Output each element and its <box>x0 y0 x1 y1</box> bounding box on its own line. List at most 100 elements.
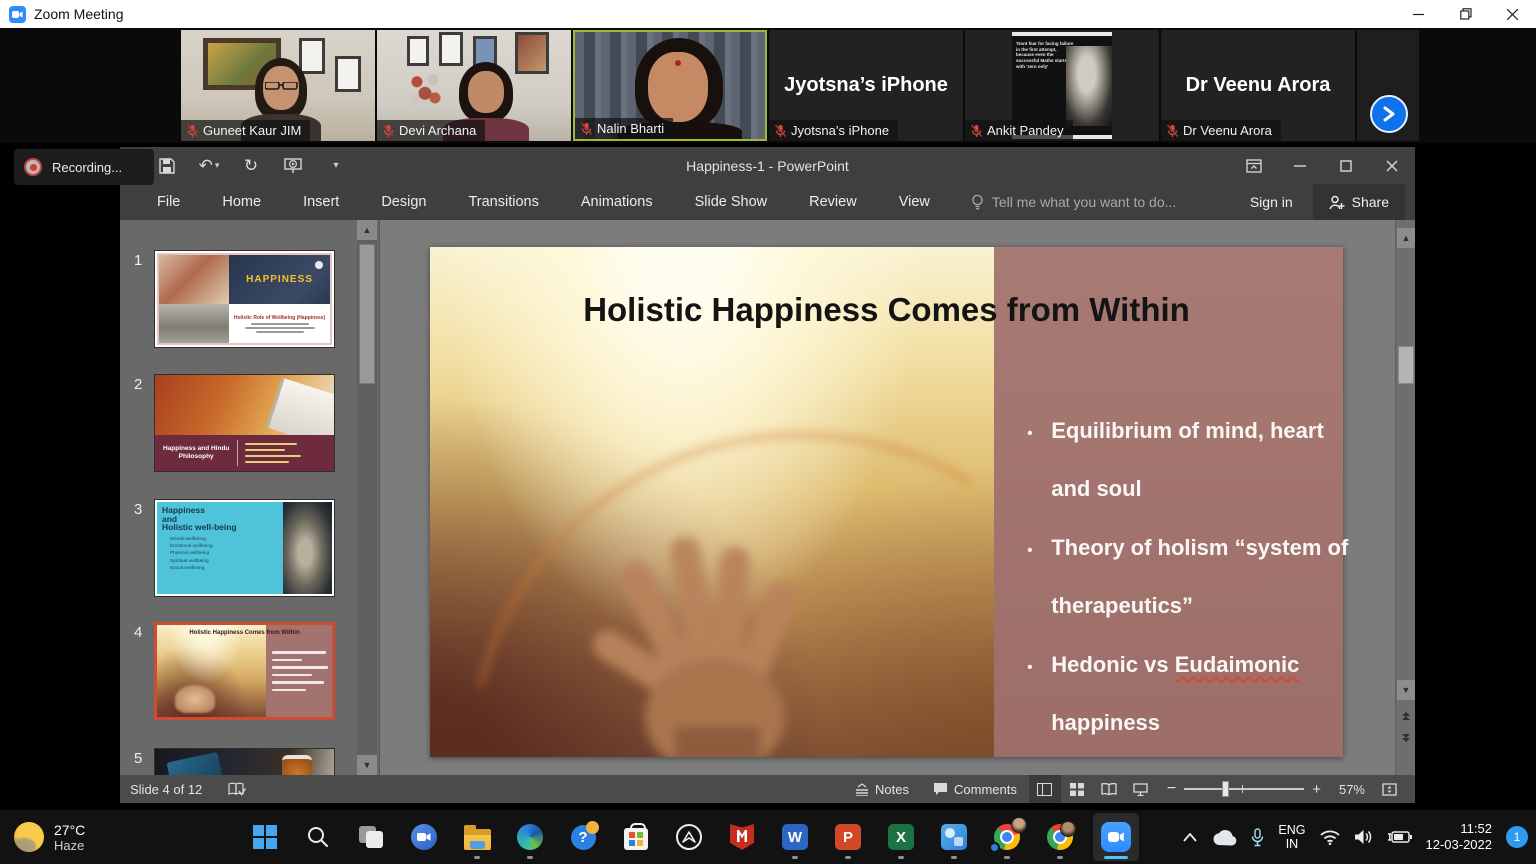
mcafee-button[interactable] <box>722 813 762 861</box>
participant-tile-jyotsna[interactable]: Jyotsna’s iPhone Jyotsna’s iPhone <box>769 30 963 141</box>
comments-button[interactable]: Comments <box>921 775 1029 803</box>
tab-transitions[interactable]: Transitions <box>447 184 559 220</box>
language-indicator[interactable]: ENG IN <box>1278 823 1305 851</box>
zoom-level[interactable]: 57% <box>1331 782 1373 797</box>
weather-temperature: 27°C <box>54 822 85 838</box>
customize-qat-button[interactable]: ▾ <box>314 151 356 181</box>
thumb-scrollbar-thumb[interactable] <box>359 244 375 384</box>
redo-button[interactable]: ↻ <box>230 151 272 181</box>
slide-show-view-button[interactable] <box>1125 775 1157 803</box>
zoom-app-icon <box>9 6 26 23</box>
round-outline-app-button[interactable] <box>669 813 709 861</box>
tab-view[interactable]: View <box>878 184 951 220</box>
scroll-up-button[interactable]: ▲ <box>1397 228 1415 248</box>
minimize-button[interactable] <box>1395 0 1442 28</box>
tell-me-box[interactable]: Tell me what you want to do... <box>971 194 1176 211</box>
start-from-beginning-button[interactable] <box>272 151 314 181</box>
onedrive-cloud-icon[interactable] <box>1211 829 1237 846</box>
participant-tile-ankit[interactable]: 'Dont fear for facing failure in the fir… <box>965 30 1159 141</box>
tab-animations[interactable]: Animations <box>560 184 674 220</box>
zoom-out-button[interactable]: − <box>1167 780 1176 798</box>
thumbnail-slide-5[interactable] <box>154 748 335 775</box>
word-button[interactable]: W <box>775 813 815 861</box>
normal-view-button[interactable] <box>1029 775 1061 803</box>
tab-slide-show[interactable]: Slide Show <box>674 184 789 220</box>
participant-tile-devi[interactable]: Devi Archana <box>377 30 571 141</box>
zoom-app-button[interactable] <box>1093 813 1139 861</box>
tab-design[interactable]: Design <box>360 184 447 220</box>
zoom-in-button[interactable]: + <box>1312 781 1321 798</box>
notification-count-badge[interactable]: 1 <box>1506 826 1528 848</box>
muted-mic-icon <box>186 124 199 138</box>
participant-tile-nalin[interactable]: Nalin Bharti <box>573 30 767 141</box>
next-slide-button[interactable] <box>1397 728 1415 748</box>
tray-microphone-icon[interactable] <box>1251 828 1264 847</box>
undo-dropdown-caret[interactable]: ▾ <box>215 160 220 171</box>
fit-slide-to-window-button[interactable] <box>1373 775 1405 803</box>
tray-chevron-up-icon[interactable] <box>1183 833 1197 842</box>
tab-insert[interactable]: Insert <box>282 184 360 220</box>
microsoft-store-button[interactable] <box>616 813 656 861</box>
thumb-scroll-up-button[interactable]: ▲ <box>357 220 377 240</box>
thumbnail-slide-1[interactable]: HAPPINESS Holistic Role of Wellbeing (Ha… <box>154 250 335 348</box>
notes-icon <box>855 783 869 796</box>
notes-button[interactable]: Notes <box>843 775 921 803</box>
thumbnail-slide-4-selected[interactable]: Holistic Happiness Comes from Within <box>154 622 335 720</box>
zoom-slider[interactable]: − + <box>1157 780 1331 798</box>
chrome-profile1-button[interactable] <box>987 813 1027 861</box>
slide-sorter-view-button[interactable] <box>1061 775 1093 803</box>
slide-bullet-list[interactable]: •Equilibrium of mind, heart and soul •Th… <box>1027 403 1347 754</box>
thumb-scroll-down-button[interactable]: ▼ <box>357 755 377 775</box>
sign-in-button[interactable]: Sign in <box>1240 194 1303 210</box>
thumbnail-slide-3[interactable]: Happiness and Holistic well-being Mental… <box>154 499 335 597</box>
zoom-slider-thumb[interactable] <box>1222 781 1229 797</box>
tab-review[interactable]: Review <box>788 184 878 220</box>
zoom-slider-track[interactable] <box>1184 788 1304 790</box>
restore-button[interactable] <box>1442 0 1489 28</box>
next-participants-button[interactable] <box>1370 95 1408 133</box>
tray-time: 11:52 <box>1426 821 1493 837</box>
weather-widget[interactable]: 27°C Haze <box>14 810 85 864</box>
previous-slide-button[interactable] <box>1397 706 1415 726</box>
wifi-icon[interactable] <box>1320 830 1340 845</box>
clock[interactable]: 11:52 12-03-2022 <box>1426 821 1493 853</box>
ribbon-display-options-button[interactable] <box>1231 147 1277 184</box>
reading-view-button[interactable] <box>1093 775 1125 803</box>
start-button[interactable] <box>245 813 285 861</box>
search-button[interactable] <box>298 813 338 861</box>
tab-file[interactable]: File <box>136 184 201 220</box>
ppt-maximize-button[interactable] <box>1323 147 1369 184</box>
thumbnail-scrollbar[interactable]: ▲ ▼ <box>357 220 377 775</box>
tab-home[interactable]: Home <box>201 184 282 220</box>
participant-tile-guneet[interactable]: Guneet Kaur JIM <box>181 30 375 141</box>
share-button[interactable]: Share <box>1313 184 1405 220</box>
chat-button[interactable] <box>404 813 444 861</box>
volume-icon[interactable] <box>1354 829 1373 845</box>
slide-title[interactable]: Holistic Happiness Comes from Within <box>430 291 1343 329</box>
get-help-button[interactable]: ? <box>563 813 603 861</box>
spell-check-icon[interactable] <box>228 782 246 797</box>
chrome-profile2-button[interactable] <box>1040 813 1080 861</box>
participant-tile-veenu[interactable]: Dr Veenu Arora Dr Veenu Arora <box>1161 30 1355 141</box>
snip-sketch-button[interactable] <box>934 813 974 861</box>
undo-button[interactable]: ↶▾ <box>188 151 230 181</box>
powerpoint-button[interactable]: P <box>828 813 868 861</box>
scrollbar-thumb[interactable] <box>1398 346 1414 384</box>
recording-indicator[interactable]: Recording... <box>14 149 154 185</box>
powerpoint-window: ↶▾ ↻ ▾ Happiness-1 - PowerPoint File Hom… <box>120 147 1415 803</box>
scroll-down-button[interactable]: ▼ <box>1397 680 1415 700</box>
battery-charging-icon[interactable] <box>1387 830 1412 844</box>
thumbnail-slide-2[interactable]: Happiness and Hindu Philosophy <box>154 374 335 472</box>
slide-vertical-scrollbar[interactable]: ▲ ▼ <box>1395 220 1415 775</box>
task-view-button[interactable] <box>351 813 391 861</box>
excel-button[interactable]: X <box>881 813 921 861</box>
tell-me-placeholder: Tell me what you want to do... <box>992 194 1176 210</box>
close-button[interactable] <box>1489 0 1536 28</box>
zoom-taskbar-icon <box>1101 822 1131 852</box>
thumb-number: 4 <box>134 622 154 720</box>
current-slide[interactable]: Holistic Happiness Comes from Within •Eq… <box>430 247 1343 757</box>
ppt-minimize-button[interactable] <box>1277 147 1323 184</box>
file-explorer-button[interactable] <box>457 813 497 861</box>
edge-button[interactable] <box>510 813 550 861</box>
ppt-close-button[interactable] <box>1369 147 1415 184</box>
